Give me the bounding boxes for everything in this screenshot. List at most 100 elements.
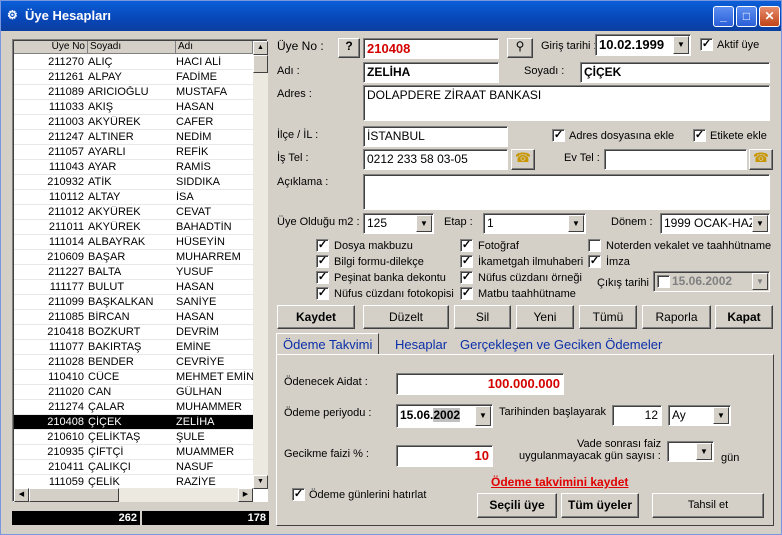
- nufus-fotokopi-checkbox[interactable]: ✓: [316, 287, 329, 300]
- col-uye-no[interactable]: Üye No: [14, 41, 88, 54]
- tab-hesaplar[interactable]: Hesaplar: [389, 334, 453, 354]
- etikete-ekle-checkbox[interactable]: ✓: [693, 129, 706, 142]
- uye-no-field[interactable]: 210408: [363, 38, 499, 59]
- scroll-down-arrow-icon[interactable]: ▼: [253, 475, 268, 489]
- hatirlat-checkbox[interactable]: ✓: [292, 488, 305, 501]
- tab-gerceklesen[interactable]: Gerçekleşen ve Geciken Ödemeler: [454, 334, 668, 354]
- sil-button[interactable]: Sil: [454, 305, 511, 329]
- table-row[interactable]: 211099 BAŞKALKAN SANİYE: [14, 295, 253, 310]
- adres-field[interactable]: DOLAPDERE ZİRAAT BANKASI: [363, 85, 770, 121]
- yeni-button[interactable]: Yeni: [516, 305, 574, 329]
- ilce-field[interactable]: İSTANBUL: [363, 126, 508, 147]
- maximize-button[interactable]: □: [736, 6, 757, 27]
- phone-icon-2[interactable]: ☎: [749, 149, 773, 170]
- periyot-date-field[interactable]: 15.06.2002 ▼: [396, 404, 493, 428]
- aciklama-field[interactable]: [363, 174, 770, 210]
- pesinat-checkbox[interactable]: ✓: [316, 271, 329, 284]
- matbu-checkbox[interactable]: ✓: [460, 287, 473, 300]
- table-row[interactable]: 111177 BULUT HASAN: [14, 280, 253, 295]
- col-adi[interactable]: Adı: [176, 41, 253, 54]
- dosya-makbuzu-checkbox[interactable]: ✓: [316, 239, 329, 252]
- birim-dropdown-arrow-icon[interactable]: ▼: [713, 407, 729, 424]
- kapat-button[interactable]: Kapat: [715, 305, 773, 329]
- minimize-button[interactable]: _: [713, 6, 734, 27]
- cikis-tarihi-checkbox[interactable]: [657, 275, 670, 289]
- birim-select[interactable]: Ay ▼: [668, 405, 731, 426]
- table-row[interactable]: 210609 BAŞAR MUHARREM: [14, 250, 253, 265]
- noterden-checkbox[interactable]: [588, 239, 601, 252]
- close-button[interactable]: ✕: [759, 6, 780, 27]
- table-row[interactable]: 111014 ALBAYRAK HÜSEYİN: [14, 235, 253, 250]
- table-row[interactable]: 210935 ÇİFTÇİ MUAMMER: [14, 445, 253, 460]
- ev-tel-field[interactable]: [604, 149, 747, 170]
- etap-dropdown-arrow-icon[interactable]: ▼: [568, 215, 584, 232]
- bilgi-formu-checkbox[interactable]: ✓: [316, 255, 329, 268]
- phone-icon[interactable]: ☎: [511, 149, 535, 170]
- member-list[interactable]: Üye No Soyadı Adı 211270 ALIÇ HACI ALİ 2112…: [12, 39, 268, 502]
- tab-odeme-takvimi[interactable]: Ödeme Takvimi: [276, 333, 380, 355]
- secili-uye-button[interactable]: Seçili üye: [477, 493, 557, 518]
- imza-checkbox[interactable]: ✓: [588, 255, 601, 268]
- table-row[interactable]: 211085 BİRCAN HASAN: [14, 310, 253, 325]
- etap-select[interactable]: 1 ▼: [483, 213, 586, 234]
- table-row[interactable]: 210411 ÇALIKÇI NASUF: [14, 460, 253, 475]
- cikis-tarihi-field[interactable]: 15.06.2002 ▼: [653, 271, 770, 292]
- tum-uyeler-button[interactable]: Tüm üyeler: [561, 493, 639, 518]
- col-soyadi[interactable]: Soyadı: [88, 41, 176, 54]
- gecikme-field[interactable]: 10: [396, 445, 493, 467]
- adi-field[interactable]: ZELİHA: [363, 62, 499, 83]
- date-dropdown-arrow-icon[interactable]: ▼: [673, 36, 689, 54]
- table-row[interactable]: 211003 AKYÜREK CAFER: [14, 115, 253, 130]
- table-row[interactable]: 211089 ARICIOĞLU MUSTAFA: [14, 85, 253, 100]
- binoculars-search-icon[interactable]: ⚲: [507, 38, 533, 58]
- aidat-field[interactable]: 100.000.000: [396, 373, 564, 395]
- vade-dropdown-arrow-icon[interactable]: ▼: [696, 443, 712, 460]
- soyadi-field[interactable]: ÇİÇEK: [580, 62, 770, 83]
- table-row[interactable]: 211227 BALTA YUSUF: [14, 265, 253, 280]
- table-row[interactable]: 211270 ALIÇ HACI ALİ: [14, 55, 253, 70]
- table-row[interactable]: 211028 BENDER CEVRİYE: [14, 355, 253, 370]
- tahsil-et-button[interactable]: Tahsil et: [652, 493, 764, 518]
- ikametgah-checkbox[interactable]: ✓: [460, 255, 473, 268]
- raporla-button[interactable]: Raporla: [642, 305, 711, 329]
- table-row[interactable]: 211261 ALPAY FADİME: [14, 70, 253, 85]
- list-vertical-scrollbar[interactable]: ▲ ▼: [253, 41, 268, 489]
- table-row[interactable]: 111059 ÇELİK RAZİYE: [14, 475, 253, 489]
- table-row[interactable]: 111077 BAKIRTAŞ EMİNE: [14, 340, 253, 355]
- scroll-left-arrow-icon[interactable]: ◀: [14, 488, 29, 502]
- m2-dropdown-arrow-icon[interactable]: ▼: [416, 215, 432, 232]
- table-row[interactable]: 211012 AKYÜREK CEVAT: [14, 205, 253, 220]
- aktif-uye-checkbox[interactable]: ✓: [700, 38, 713, 51]
- adres-dosyasi-checkbox[interactable]: ✓: [552, 129, 565, 142]
- periyot-dropdown-arrow-icon[interactable]: ▼: [475, 406, 491, 426]
- donem-select[interactable]: 1999 OCAK-HAZİ ▼: [660, 213, 770, 234]
- table-row[interactable]: 111033 AKIŞ HASAN: [14, 100, 253, 115]
- vade-gun-select[interactable]: ▼: [667, 441, 714, 462]
- table-row[interactable]: 211274 ÇALAR MUHAMMER: [14, 400, 253, 415]
- duzelt-button[interactable]: Düzelt: [363, 305, 449, 329]
- table-row[interactable]: 211057 AYARLI REFİK: [14, 145, 253, 160]
- scroll-thumb[interactable]: [253, 55, 268, 73]
- tumu-button[interactable]: Tümü: [579, 305, 637, 329]
- table-row[interactable]: 110112 ALTAY İSA: [14, 190, 253, 205]
- m2-select[interactable]: 125 ▼: [363, 213, 434, 234]
- sure-field[interactable]: 12: [612, 405, 662, 426]
- table-row[interactable]: 110410 CÜCE MEHMET EMİN: [14, 370, 253, 385]
- table-row[interactable]: 210932 ATİK SIDDIKA: [14, 175, 253, 190]
- odeme-takvimi-kaydet-link[interactable]: Ödeme takvimini kaydet: [491, 475, 628, 489]
- scroll-up-arrow-icon[interactable]: ▲: [253, 41, 268, 55]
- help-question-icon[interactable]: ?: [338, 38, 360, 58]
- donem-dropdown-arrow-icon[interactable]: ▼: [752, 215, 768, 232]
- table-row[interactable]: 211011 AKYÜREK BAHADTİN: [14, 220, 253, 235]
- kaydet-button[interactable]: Kaydet: [277, 305, 355, 329]
- fotograf-checkbox[interactable]: ✓: [460, 239, 473, 252]
- table-row[interactable]: 211247 ALTINER NEDİM: [14, 130, 253, 145]
- table-row[interactable]: 111043 AYAR RAMİS: [14, 160, 253, 175]
- list-horizontal-scrollbar[interactable]: ◀ ▶: [14, 488, 253, 502]
- scroll-right-arrow-icon[interactable]: ▶: [238, 488, 253, 502]
- hscroll-thumb[interactable]: [29, 488, 119, 502]
- nufus-ornegi-checkbox[interactable]: ✓: [460, 271, 473, 284]
- table-row[interactable]: 210610 ÇELİKTAŞ ŞULE: [14, 430, 253, 445]
- member-grid[interactable]: Üye No Soyadı Adı 211270 ALIÇ HACI ALİ 2112…: [14, 41, 253, 489]
- table-row[interactable]: 210418 BOZKURT DEVRİM: [14, 325, 253, 340]
